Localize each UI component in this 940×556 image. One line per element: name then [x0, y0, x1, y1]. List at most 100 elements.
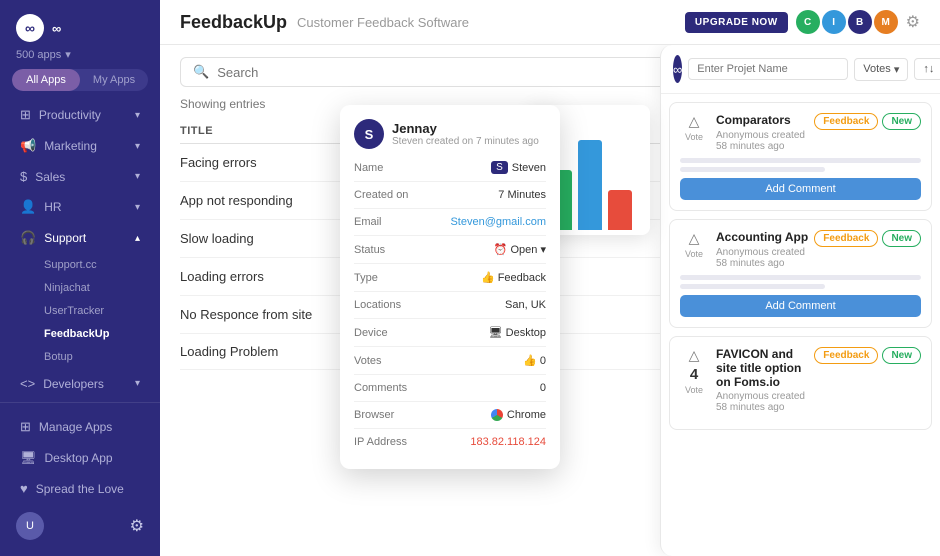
panel-item-content: Comparators Feedback New Anonymous creat… [716, 113, 921, 152]
chevron-down-icon: ▾ [65, 48, 71, 61]
popup-field-votes: Votes 👍 0 [354, 354, 546, 375]
sidebar-item-supportcc[interactable]: Support.cc [32, 254, 160, 276]
popup-avatar: S [354, 119, 384, 149]
upgrade-button[interactable]: UPGRADE NOW [685, 12, 788, 33]
settings-button[interactable]: ⚙ [906, 12, 920, 32]
tab-all-apps[interactable]: All Apps [12, 69, 80, 91]
desktop-icon: 🖥 [20, 450, 37, 466]
vote-button[interactable]: △ Vote [680, 230, 708, 259]
sidebar-nav: ⊞Productivity ▾ 📢Marketing ▾ $Sales ▾ 👤H… [0, 99, 160, 402]
logo-icon: ∞ [16, 14, 44, 42]
panel-order-button[interactable]: ↑↓ [914, 58, 940, 80]
support-sub-nav: Support.cc Ninjachat UserTracker Feedbac… [0, 254, 160, 368]
vote-label: Vote [685, 385, 703, 395]
new-badge: New [882, 113, 921, 130]
settings-icon[interactable]: ⚙ [130, 516, 144, 536]
user-avatars: C I B M [796, 10, 898, 34]
vote-icon: △ [689, 347, 700, 364]
chevron-icon: ▾ [135, 171, 140, 182]
sidebar-item-developers[interactable]: <>Developers ▾ [4, 369, 156, 398]
panel-line [680, 284, 825, 289]
vote-button[interactable]: △ 4 Vote [680, 347, 708, 395]
panel-item-content: FAVICON and site title option on Foms.io… [716, 347, 921, 413]
chevron-down-icon: ▾ [894, 63, 900, 76]
bar-wrap-3 [608, 115, 632, 230]
item-meta: Anonymous created58 minutes ago [716, 391, 921, 413]
vote-button[interactable]: △ Vote [680, 113, 708, 142]
add-comment-button[interactable]: Add Comment [680, 295, 921, 317]
topbar: FeedbackUp Customer Feedback Software UP… [160, 0, 940, 45]
panel-item: △ Vote Accounting App Feedback New [669, 219, 932, 328]
popup-time: Steven created on 7 minutes ago [392, 136, 539, 147]
vote-icon: △ [689, 113, 700, 130]
sidebar-item-ninjachat[interactable]: Ninjachat [32, 277, 160, 299]
field-label: Status [354, 244, 385, 256]
grid-icon: ⊞ [20, 107, 31, 123]
vote-label: Vote [685, 249, 703, 259]
search-icon: 🔍 [193, 64, 209, 80]
feedback-badge: Feedback [814, 230, 878, 247]
sidebar-item-sales[interactable]: $Sales ▾ [4, 162, 156, 191]
item-meta: Anonymous created58 minutes ago [716, 247, 921, 269]
content-area: 🔍 Showing entries TITLE TYPE STATUS FEED… [160, 45, 940, 556]
panel-lines [680, 275, 921, 289]
topbar-left: FeedbackUp Customer Feedback Software [180, 12, 469, 33]
sidebar-item-productivity[interactable]: ⊞Productivity ▾ [4, 100, 156, 130]
sidebar-item-usertracker[interactable]: UserTracker [32, 300, 160, 322]
sidebar-item-support[interactable]: 🎧Support ▴ [4, 223, 156, 253]
sidebar-item-botup[interactable]: Botup [32, 346, 160, 368]
chrome-icon [491, 409, 503, 421]
panel-search-input[interactable] [688, 58, 848, 80]
popup-name: Jennay [392, 121, 539, 136]
sidebar-item-marketing[interactable]: 📢Marketing ▾ [4, 131, 156, 161]
sidebar-item-desktop-app[interactable]: 🖥 Desktop App [4, 443, 156, 473]
panel-item-title: Accounting App [716, 230, 808, 244]
panel-line [680, 158, 921, 163]
chevron-up-icon: ▴ [135, 233, 140, 244]
vote-label: Vote [685, 132, 703, 142]
field-label: Comments [354, 382, 407, 394]
sidebar-item-hr[interactable]: 👤HR ▾ [4, 192, 156, 222]
chevron-icon: ▾ [135, 378, 140, 389]
field-value: 0 [540, 382, 546, 394]
marketing-icon: 📢 [20, 138, 36, 154]
item-badges: Feedback New [814, 230, 921, 247]
sidebar: ∞ ∞ 500 apps ▾ All Apps My Apps ⊞Product… [0, 0, 160, 556]
new-badge: New [882, 347, 921, 364]
field-label: Email [354, 216, 382, 228]
panel-item: △ Vote Comparators Feedback New [669, 102, 932, 211]
sidebar-item-spread-love[interactable]: ♥ Spread the Love [4, 474, 156, 503]
field-label: Name [354, 162, 383, 174]
field-label: Locations [354, 299, 401, 311]
panel-sort-button[interactable]: Votes ▾ [854, 58, 908, 81]
popup-field-created: Created on 7 Minutes [354, 189, 546, 209]
popup-field-status: Status ⏰ Open ▾ [354, 243, 546, 264]
sidebar-item-feedbackup[interactable]: FeedbackUp [32, 323, 160, 345]
user-avatar: U [16, 512, 44, 540]
hr-icon: 👤 [20, 199, 36, 215]
tab-my-apps[interactable]: My Apps [80, 69, 148, 91]
popup-field-browser: Browser Chrome [354, 409, 546, 429]
field-value: 👍 0 [523, 354, 546, 367]
field-value: Chrome [491, 409, 546, 421]
chevron-icon: ▾ [135, 202, 140, 213]
add-comment-button[interactable]: Add Comment [680, 178, 921, 200]
right-panel-header: ∞ Votes ▾ ↑↓ [661, 45, 940, 94]
field-value: San, UK [505, 299, 546, 311]
item-badges: Feedback New [814, 113, 921, 130]
popup-field-ip: IP Address 183.82.118.124 [354, 436, 546, 455]
field-value: Steven@gmail.com [450, 216, 546, 228]
sidebar-item-manage-apps[interactable]: ⊞ Manage Apps [4, 412, 156, 442]
detail-popup: S Jennay Steven created on 7 minutes ago… [340, 105, 560, 469]
popup-field-type: Type 👍 Feedback [354, 271, 546, 292]
apps-count[interactable]: 500 apps ▾ [0, 46, 160, 69]
field-value: 🖥 Desktop [489, 326, 546, 339]
app-title: FeedbackUp [180, 12, 287, 33]
dollar-icon: $ [20, 169, 27, 184]
manage-icon: ⊞ [20, 419, 31, 435]
panel-item-title: Comparators [716, 113, 791, 127]
avatar-i: I [822, 10, 846, 34]
bar-3 [608, 190, 632, 230]
popup-field-email: Email Steven@gmail.com [354, 216, 546, 236]
panel-logo: ∞ [673, 55, 682, 83]
